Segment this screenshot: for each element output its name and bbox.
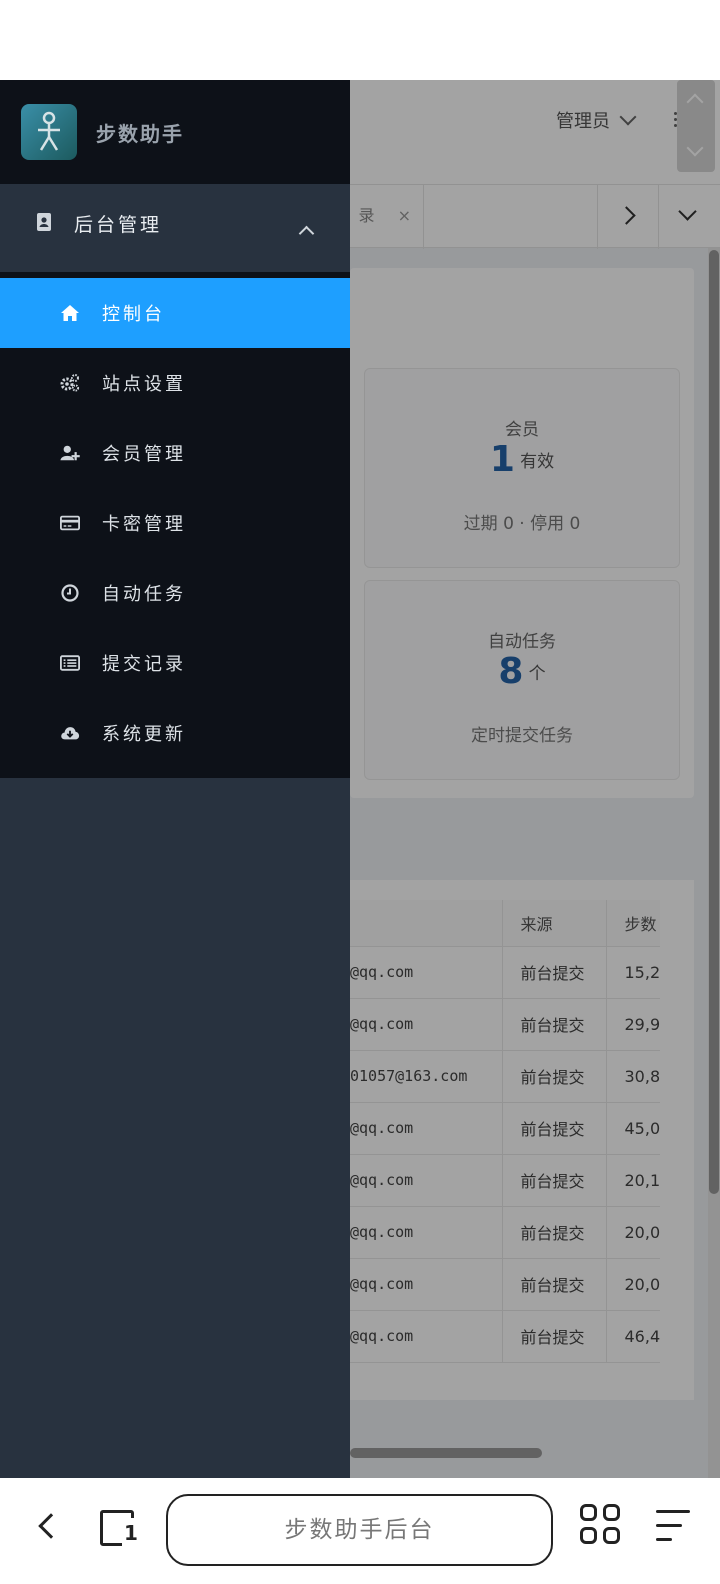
address-book-icon (37, 213, 51, 231)
gears-icon (60, 374, 80, 392)
sidebar-item-label: 系统更新 (102, 724, 186, 745)
credit-card-icon (60, 515, 80, 531)
list-icon (60, 655, 80, 671)
menu-line-icon (656, 1524, 682, 1527)
menu-group-title: 后台管理 (74, 214, 163, 236)
browser-menu-button[interactable] (652, 1502, 702, 1552)
sidebar-item-card-keys[interactable]: 卡密管理 (0, 488, 350, 558)
sidebar-item-submit-records[interactable]: 提交记录 (0, 628, 350, 698)
page-title: 步数助手后台 (284, 1517, 435, 1543)
sidebar-item-auto-tasks[interactable]: 自动任务 (0, 558, 350, 628)
app-logo[interactable] (21, 104, 77, 160)
sidebar-item-dashboard[interactable]: 控制台 (0, 278, 350, 348)
home-icon (61, 305, 79, 321)
stick-figure-icon (38, 111, 60, 151)
grid-icon (580, 1527, 597, 1544)
side-drawer: 步数助手 后台管理 控制台 站点设置 会员管理 卡密管理 自动任务 提交记录 系… (0, 80, 350, 1478)
tab-count: 1 (122, 1518, 140, 1548)
grid-icon (580, 1504, 597, 1521)
chevron-up-icon (298, 225, 315, 242)
sidebar-item-system-update[interactable]: 系统更新 (0, 698, 350, 768)
browser-toolbar: 1 步数助手后台 (0, 1478, 720, 1584)
user-add-icon (60, 445, 80, 461)
sidebar-item-site-settings[interactable]: 站点设置 (0, 348, 350, 418)
sidebar-item-label: 卡密管理 (102, 514, 186, 535)
menu-group-admin[interactable]: 后台管理 (0, 184, 350, 270)
apps-grid-button[interactable] (578, 1502, 628, 1552)
address-bar[interactable]: 步数助手后台 (166, 1494, 553, 1566)
sidebar-item-label: 控制台 (102, 304, 165, 325)
menu-line-icon (656, 1538, 672, 1541)
grid-icon (603, 1504, 620, 1521)
tabs-button[interactable]: 1 (96, 1502, 146, 1552)
clock-icon (61, 584, 79, 602)
sidebar-item-label: 站点设置 (102, 374, 186, 395)
drawer-header: 步数助手 (0, 80, 350, 184)
chevron-left-icon (38, 1513, 64, 1539)
brand-name: 步数助手 (96, 122, 184, 146)
cloud-download-icon (61, 727, 80, 740)
back-button[interactable] (24, 1502, 74, 1552)
menu-line-icon (656, 1510, 690, 1513)
sidebar-item-label: 提交记录 (102, 654, 186, 675)
sidebar-item-label: 会员管理 (102, 444, 186, 465)
sidebar-item-members[interactable]: 会员管理 (0, 418, 350, 488)
sidebar-item-label: 自动任务 (102, 584, 186, 605)
sidebar-menu: 控制台 站点设置 会员管理 卡密管理 自动任务 提交记录 系统更新 (0, 272, 350, 778)
grid-icon (603, 1527, 620, 1544)
